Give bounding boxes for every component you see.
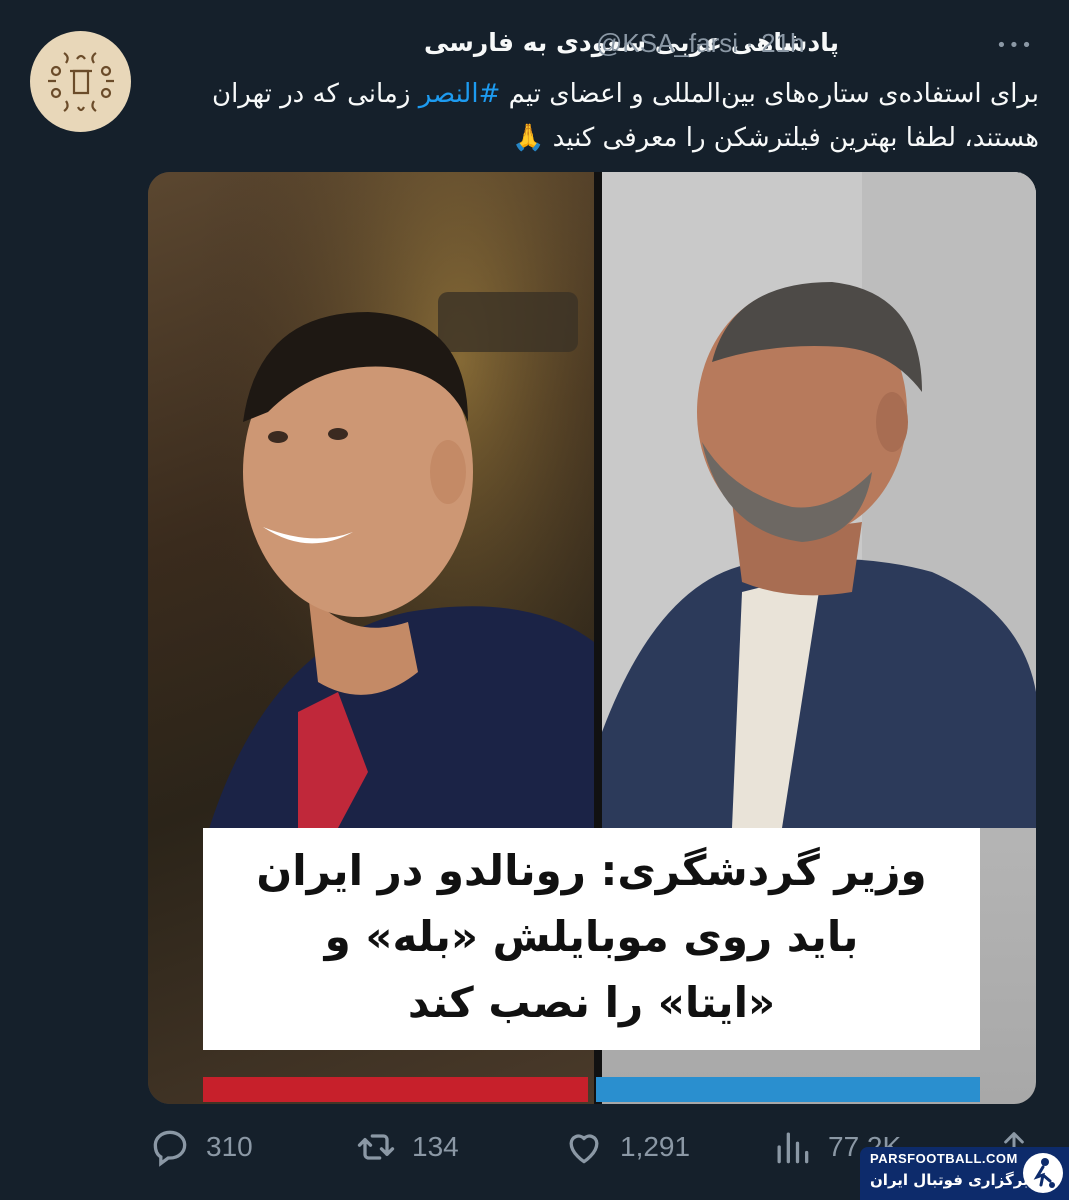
- caption-line-2: باید روی موبایلش «بله» و: [324, 912, 859, 961]
- caption-line-3: «ایتا» را نصب کند: [407, 978, 776, 1027]
- like-button[interactable]: 1,291: [562, 1122, 690, 1172]
- caption-text: وزیر گردشگری: رونالدو در ایران باید روی …: [203, 828, 980, 1050]
- retweet-button[interactable]: 134: [354, 1122, 459, 1172]
- watermark-badge: PARSFOOTBALL.COM خبرگزاری فوتبال ایران: [860, 1147, 1069, 1200]
- caption-box: وزیر گردشگری: رونالدو در ایران باید روی …: [203, 828, 980, 1050]
- more-options-button[interactable]: •••: [995, 30, 1035, 60]
- analytics-icon: [777, 1132, 809, 1164]
- tweet-text-part1: برای استفاده‌ی ستاره‌های بین‌المللی و اع…: [508, 79, 1039, 109]
- tweet-media[interactable]: وزیر گردشگری: رونالدو در ایران باید روی …: [148, 172, 1036, 1104]
- more-icon: •••: [996, 34, 1034, 56]
- tweet-meta: @KSA_farsi · 21h: [596, 28, 805, 59]
- football-player-icon: [1023, 1153, 1063, 1193]
- reply-count: 310: [206, 1131, 253, 1162]
- retweet-icon: [357, 1134, 395, 1160]
- like-count: 1,291: [620, 1131, 691, 1162]
- caption-line-1: وزیر گردشگری: رونالدو در ایران: [256, 846, 927, 895]
- timestamp[interactable]: 21h: [761, 28, 804, 58]
- retweet-count: 134: [412, 1131, 459, 1162]
- tweet-text: برای استفاده‌ی ستاره‌های بین‌المللی و اع…: [149, 72, 1039, 160]
- heart-icon: [569, 1134, 599, 1164]
- watermark-brand: PARSFOOTBALL.COM: [870, 1151, 1018, 1166]
- separator: ·: [745, 28, 754, 58]
- emblem-icon: [32, 33, 129, 130]
- handle[interactable]: @KSA_farsi: [596, 28, 738, 58]
- tweet[interactable]: پادشاهی عربی سعودی به فارسی @KSA_farsi ·…: [0, 0, 1069, 1200]
- reply-button[interactable]: 310: [148, 1122, 253, 1172]
- reply-icon: [153, 1130, 187, 1167]
- watermark-label: خبرگزاری فوتبال ایران: [870, 1171, 1040, 1189]
- avatar[interactable]: [30, 31, 131, 132]
- hashtag-link[interactable]: #النصر: [419, 79, 501, 109]
- accent-bar-blue: [596, 1077, 980, 1102]
- pray-emoji: 🙏: [511, 123, 545, 153]
- accent-bar-red: [203, 1077, 588, 1102]
